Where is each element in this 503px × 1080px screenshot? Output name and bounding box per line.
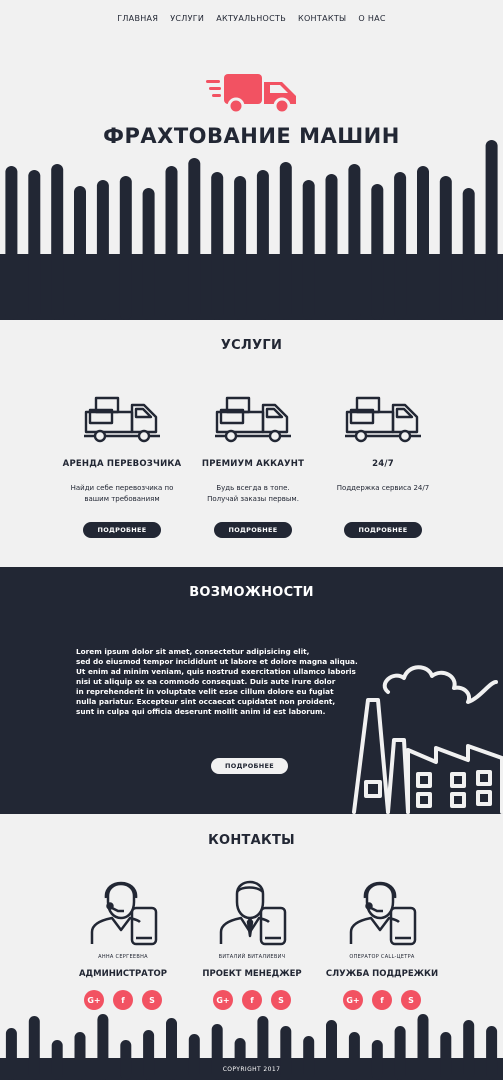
page: ГЛАВНАЯ УСЛУГИ АКТУАЛЬНОСТЬ КОНТАКТЫ О Н… [0, 0, 503, 1080]
service-card-premium: ПРЕМИУМ АККАУНТ Будь всегда в топе. Полу… [183, 395, 323, 538]
service-desc: Будь всегда в топе. Получай заказы первы… [183, 483, 323, 507]
drip [165, 166, 178, 320]
service-desc-line: Будь всегда в топе. [216, 484, 290, 492]
features-line: nulla pariatur. Excepteur sint occaecat … [76, 697, 336, 706]
factory-icon [352, 665, 503, 814]
drip [348, 164, 361, 320]
drip [394, 172, 407, 320]
drip [28, 170, 41, 320]
features-line: nisi ut aliquip ex ea commodo consequat.… [76, 677, 336, 686]
contacts-title: КОНТАКТЫ [208, 833, 295, 848]
drip [256, 170, 269, 320]
nav-about[interactable]: О НАС [352, 14, 391, 23]
service-desc-line: вашим требованиям [84, 495, 160, 503]
service-more-button[interactable]: ПОДРОБНЕЕ [344, 522, 422, 538]
drip [234, 176, 247, 320]
features-button-wrap: ПОДРОБНЕЕ [211, 753, 289, 774]
drip [120, 1040, 132, 1080]
features-line: Ut enim ad minim veniam, quis nostrud ex… [76, 667, 356, 676]
contact-name: ОПЕРАТОР CALL-ЦЕТРА [349, 954, 415, 960]
nav-home[interactable]: ГЛАВНАЯ [111, 14, 164, 23]
drip [325, 174, 338, 320]
delivery-truck-icon [206, 74, 296, 115]
hero-drip-decoration [0, 140, 503, 320]
drip [302, 180, 315, 320]
drip [371, 184, 384, 320]
drip [96, 180, 109, 320]
drip [142, 188, 155, 320]
contact-name: АННА СЕРГЕЕВНА [98, 954, 148, 960]
features-text: Lorem ipsum dolor sit amet, consectetur … [76, 647, 376, 717]
drip [303, 1036, 315, 1080]
main-nav: ГЛАВНАЯ УСЛУГИ АКТУАЛЬНОСТЬ КОНТАКТЫ О Н… [0, 14, 503, 23]
copyright: COPYRIGHT 2017 [222, 1066, 281, 1073]
contact-name: ВИТАЛИЙ ВИТАЛИЕВИЧ [218, 954, 286, 960]
service-more-button[interactable]: ПОДРОБНЕЕ [83, 522, 161, 538]
contact-role: СЛУЖБА ПОДДРЕЖКИ [325, 969, 439, 979]
drip [188, 158, 201, 320]
service-name: АРЕНДА ПЕРЕВОЗЧИКА [62, 459, 182, 469]
features-line: sunt in culpa qui officia deserunt molli… [76, 707, 326, 716]
nav-news[interactable]: АКТУАЛЬНОСТЬ [210, 14, 292, 23]
service-name: ПРЕМИУМ АККАУНТ [201, 459, 305, 469]
features-line: sed do eiusmod tempor incididunt ut labo… [76, 657, 358, 666]
drip [188, 1034, 200, 1080]
truck-icon [84, 396, 160, 443]
drip [439, 176, 452, 320]
service-desc-line: Найди себе перевозчика по [70, 484, 174, 492]
operator-avatar-icon [90, 881, 158, 946]
truck-icon [345, 396, 421, 443]
drip [51, 1040, 63, 1080]
contact-role: АДМИНИСТРАТОР [78, 969, 168, 979]
drip [74, 186, 86, 320]
service-desc: Поддержка сервиса 24/7 [313, 483, 453, 507]
drip [5, 166, 18, 320]
drip [417, 166, 429, 320]
operator-avatar-icon [349, 881, 417, 946]
drip [279, 162, 292, 320]
features-title: ВОЗМОЖНОСТИ [189, 585, 314, 600]
service-card-support: 24/7 Поддержка сервиса 24/7 ПОДРОБНЕЕ [313, 395, 453, 538]
service-card-rent: АРЕНДА ПЕРЕВОЗЧИКА Найди себе перевозчик… [52, 395, 192, 538]
drip [234, 1038, 246, 1080]
manager-avatar-icon [219, 880, 287, 946]
service-desc-line: Получай заказы первым. [207, 495, 299, 503]
nav-contacts[interactable]: КОНТАКТЫ [292, 14, 352, 23]
drip [462, 188, 475, 320]
services-title: УСЛУГИ [220, 338, 283, 353]
features-more-button[interactable]: ПОДРОБНЕЕ [211, 758, 289, 774]
drip [211, 172, 224, 320]
drip [485, 140, 498, 320]
features-line: Lorem ipsum dolor sit amet, consectetur … [76, 647, 310, 656]
drip [371, 1040, 383, 1080]
service-desc-line: Поддержка сервиса 24/7 [336, 484, 430, 492]
service-name: 24/7 [372, 459, 394, 469]
service-more-button[interactable]: ПОДРОБНЕЕ [214, 522, 292, 538]
service-desc: Найди себе перевозчика по вашим требован… [52, 483, 192, 507]
drip [119, 176, 132, 320]
truck-icon [215, 396, 291, 443]
drip [51, 164, 64, 320]
features-line: in reprehenderit in voluptate velit esse… [76, 687, 334, 696]
contact-role: ПРОЕКТ МЕНЕДЖЕР [202, 969, 302, 979]
nav-services[interactable]: УСЛУГИ [164, 14, 210, 23]
